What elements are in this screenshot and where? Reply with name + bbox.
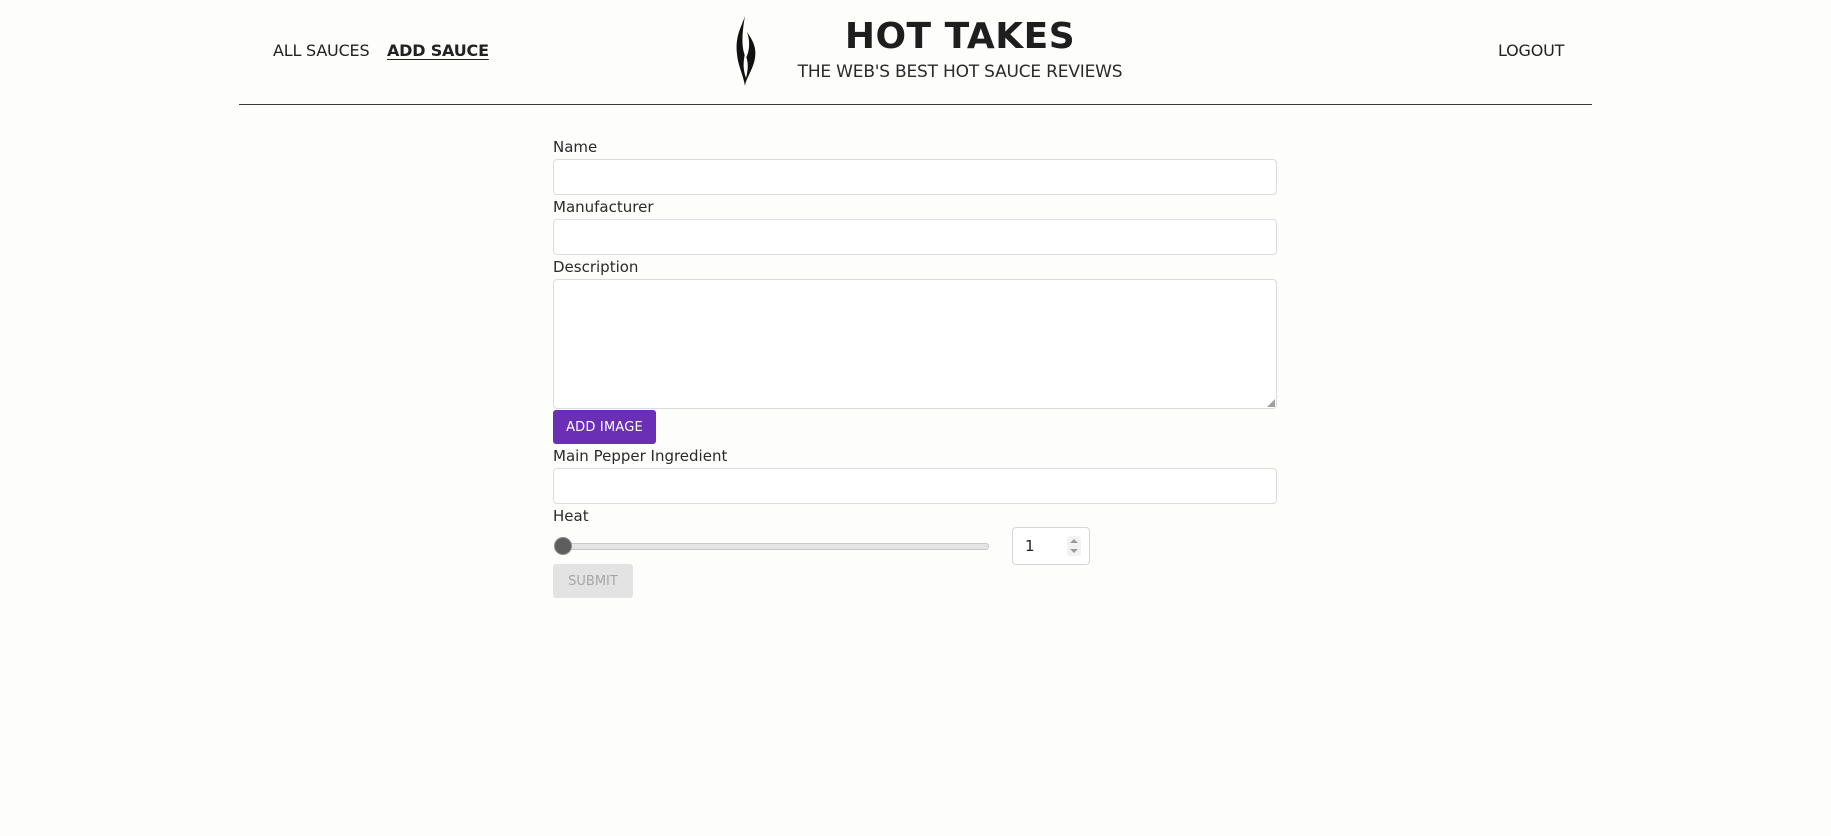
flame-icon	[736, 16, 756, 86]
main-pepper-input[interactable]	[553, 468, 1277, 504]
textarea-resize-handle[interactable]	[1267, 399, 1275, 407]
logout-link[interactable]: LOGOUT	[1498, 41, 1564, 60]
nav-add-sauce-link[interactable]: ADD SAUCE	[387, 41, 489, 60]
nav-all-sauces-link[interactable]: ALL SAUCES	[273, 41, 370, 60]
heat-slider-track[interactable]	[563, 543, 989, 550]
name-label: Name	[553, 138, 598, 156]
chevron-down-icon[interactable]	[1070, 549, 1078, 553]
site-header: ALL SAUCES ADD SAUCE HOT TAKES THE WEB'S…	[239, 0, 1592, 105]
manufacturer-label: Manufacturer	[553, 198, 654, 216]
main-pepper-label: Main Pepper Ingredient	[553, 447, 728, 465]
heat-slider[interactable]	[553, 536, 989, 556]
heat-number-input[interactable]: 1	[1012, 527, 1090, 565]
page: ALL SAUCES ADD SAUCE HOT TAKES THE WEB'S…	[0, 0, 1831, 836]
heat-stepper[interactable]	[1067, 536, 1081, 556]
description-label: Description	[553, 258, 639, 276]
heat-slider-thumb[interactable]	[555, 538, 571, 554]
name-input[interactable]	[553, 159, 1277, 195]
site-subtitle: THE WEB'S BEST HOT SAUCE REVIEWS	[797, 62, 1123, 82]
site-title: HOT TAKES	[844, 16, 1076, 57]
heat-label: Heat	[553, 507, 589, 525]
submit-button[interactable]: SUBMIT	[553, 564, 633, 598]
description-textarea[interactable]	[553, 279, 1277, 409]
add-image-button[interactable]: ADD IMAGE	[553, 410, 656, 444]
manufacturer-input[interactable]	[553, 219, 1277, 255]
heat-value: 1	[1025, 537, 1035, 555]
chevron-up-icon[interactable]	[1070, 539, 1078, 543]
